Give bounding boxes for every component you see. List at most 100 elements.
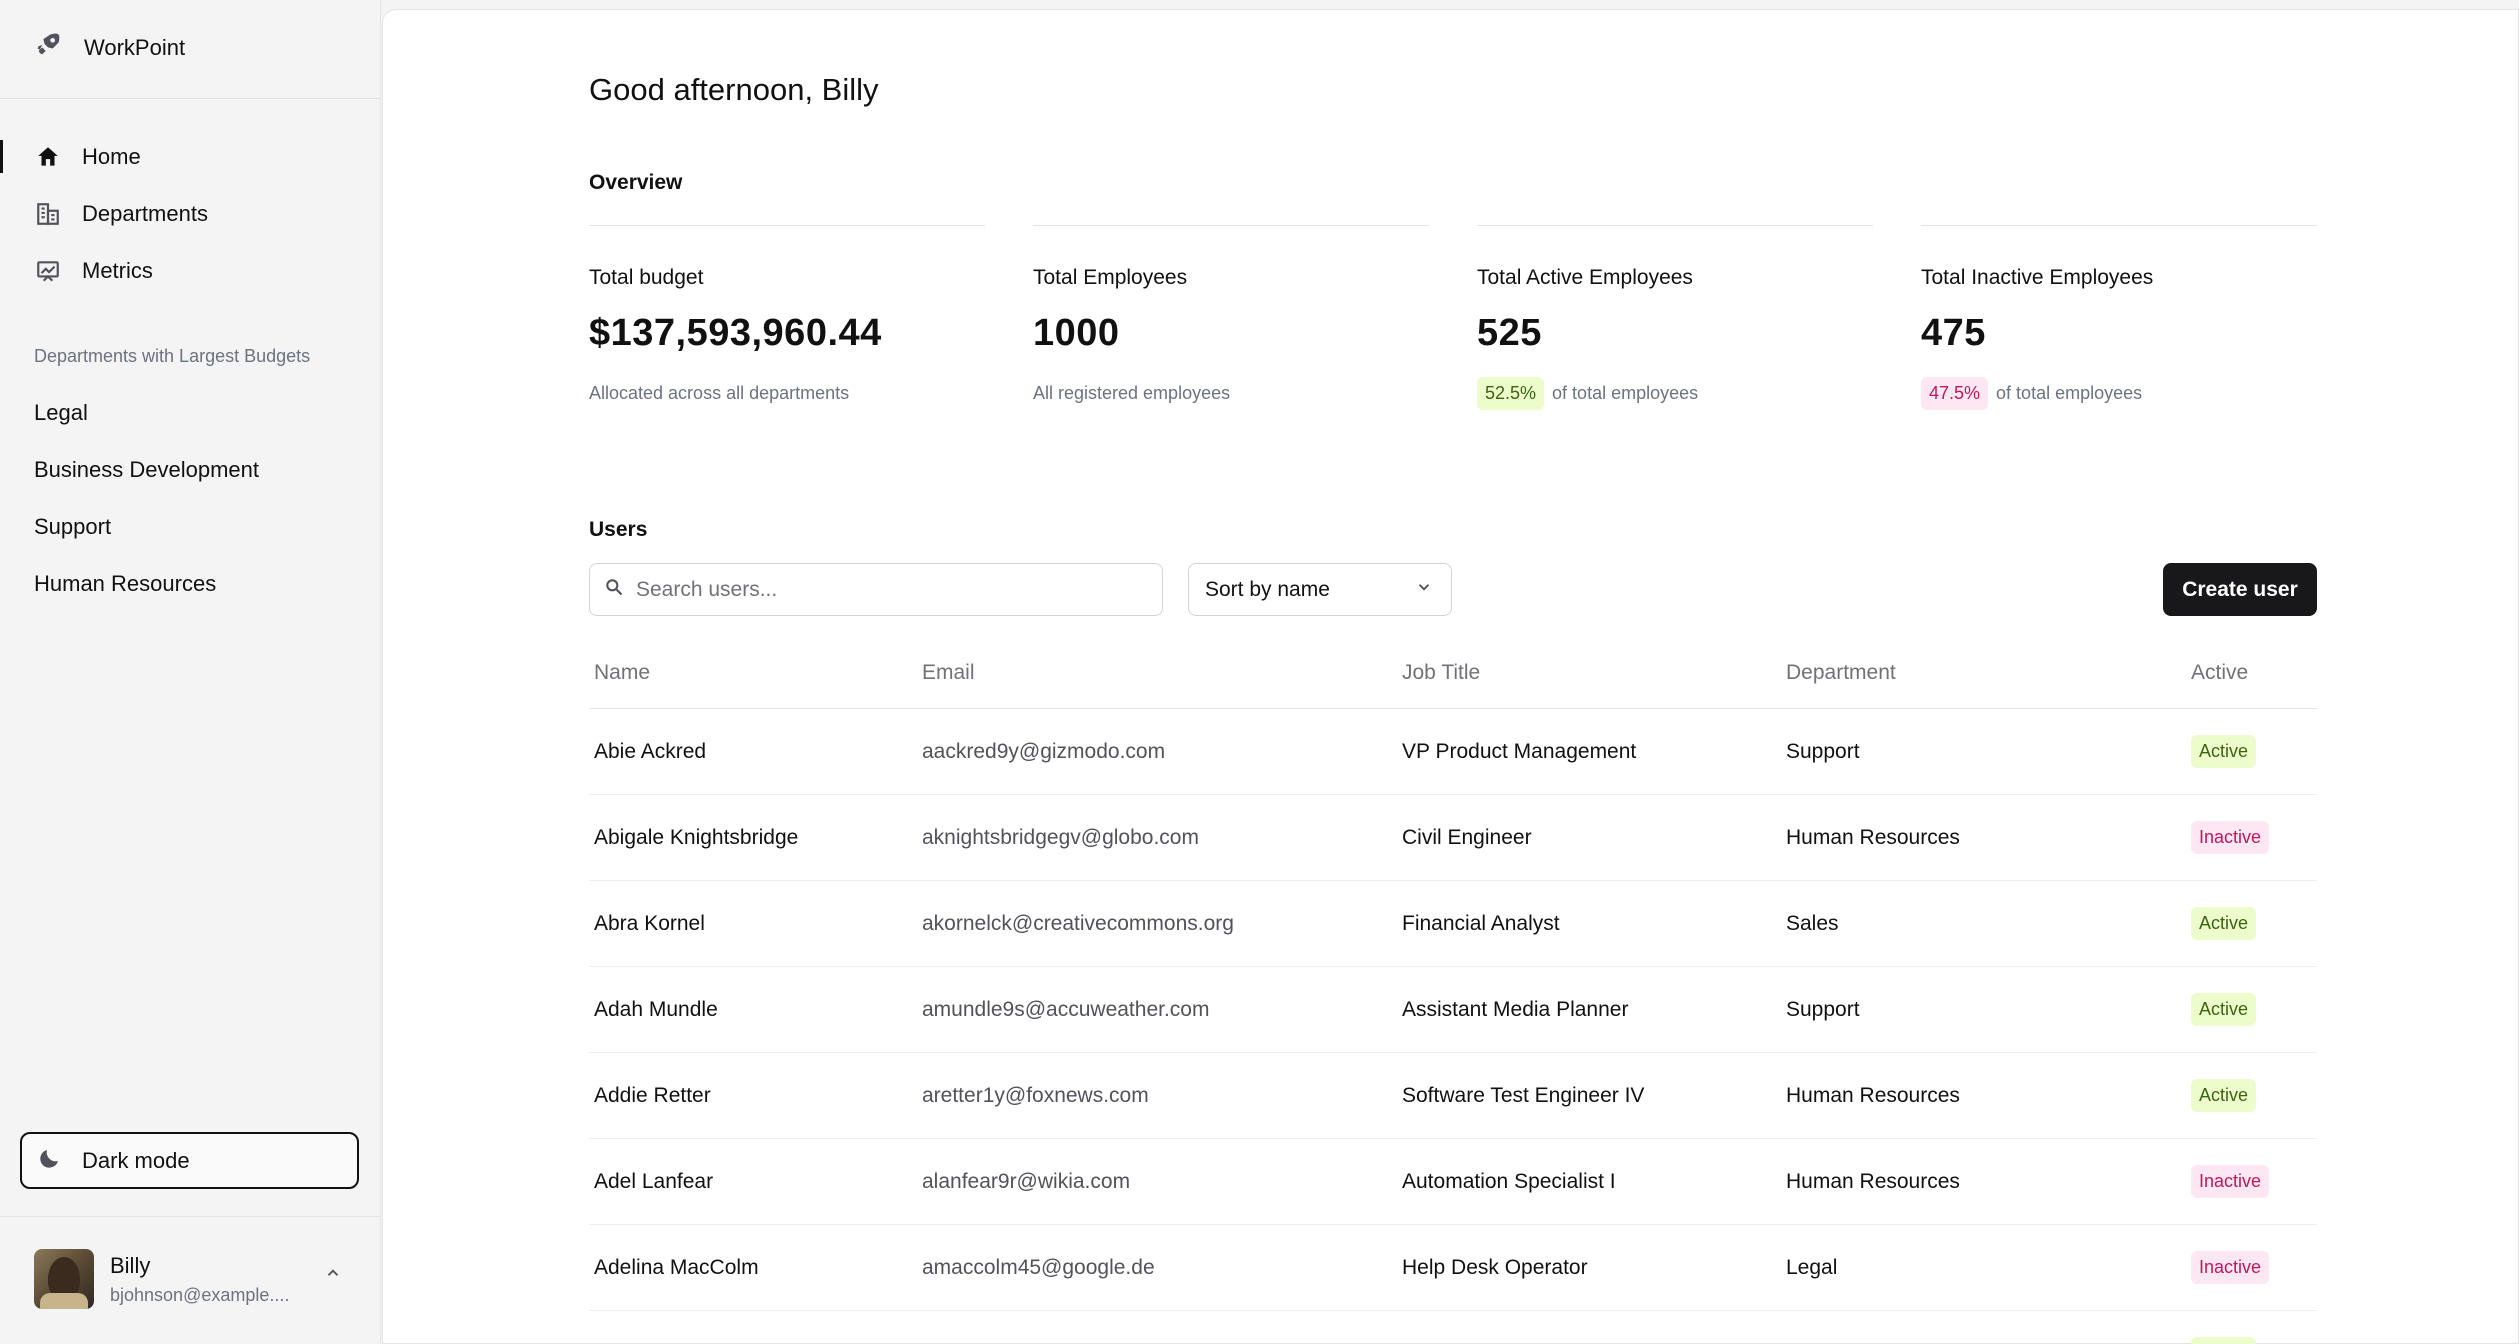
column-header-email[interactable]: Email [922, 661, 1402, 685]
percent-badge: 52.5% [1477, 376, 1545, 410]
active-cell: Inactive [2191, 821, 2317, 854]
department-link-human-resources[interactable]: Human Resources [34, 555, 259, 612]
status-badge: Inactive [2191, 1251, 2270, 1284]
user-email-cell: aretter1y@foxnews.com [922, 1083, 1149, 1107]
table-row[interactable]: Adelina MacColm amaccolm45@google.de Help … [589, 1225, 2317, 1311]
percent-badge: 47.5% [1921, 376, 1989, 410]
department-cell: Human Resources [1786, 1169, 1960, 1193]
main-nav: Home Departments Metrics [0, 128, 381, 299]
table-row[interactable]: Abigale Knightsbridge aknightsbridgegv@gl… [589, 795, 2317, 881]
dark-mode-button[interactable]: Dark mode [20, 1132, 359, 1189]
chevron-up-icon [324, 1264, 342, 1287]
user-name: Billy [110, 1252, 151, 1278]
active-cell: Inactive [2191, 1165, 2317, 1198]
home-icon [34, 143, 62, 171]
user-name-cell: Abra Kornel [594, 911, 705, 935]
app-root: WorkPoint Home Departments Metrics Depar… [0, 0, 2519, 1344]
table-row[interactable]: Agata Roman editedaromanv@indiegogo.comS… [589, 1311, 2317, 1344]
column-header-job-title[interactable]: Job Title [1402, 661, 1786, 685]
status-badge: Active [2191, 993, 2257, 1026]
nav-item-label: Departments [82, 200, 208, 226]
user-name-cell: Adel Lanfear [594, 1169, 714, 1193]
stat-subtext: of total employees [1996, 382, 2143, 403]
column-header-active[interactable]: Active [2191, 661, 2317, 685]
divider [0, 98, 381, 99]
stat-subtext: All registered employees [1033, 382, 1231, 403]
main-panel: Good afternoon, Billy Overview Total bud… [382, 9, 2519, 1344]
department-link-business-development[interactable]: Business Development [34, 441, 259, 498]
stat-value: 1000 [1033, 312, 1120, 354]
user-name-cell: Abie Ackred [594, 739, 707, 763]
dark-mode-label: Dark mode [82, 1147, 190, 1173]
user-name-cell: Addie Retter [594, 1083, 711, 1107]
chart-board-icon [34, 257, 62, 285]
nav-item-departments[interactable]: Departments [0, 185, 381, 242]
stat-card-inactive-employees: Total Inactive Employees 475 47.5% of to… [1921, 225, 2317, 411]
user-email-cell: aackred9y@gizmodo.com [922, 739, 1166, 763]
page-title: Good afternoon, Billy [589, 72, 879, 107]
table-row[interactable]: Abie Ackred aackred9y@gizmodo.com VP Produ… [589, 709, 2317, 795]
stat-value: 525 [1477, 312, 1542, 354]
create-user-button[interactable]: Create user [2163, 563, 2317, 616]
nav-item-label: Metrics [82, 257, 153, 283]
user-name-cell: Adelina MacColm [594, 1255, 759, 1279]
active-cell: Active [2191, 1079, 2317, 1112]
user-name-cell: Adah Mundle [594, 997, 718, 1021]
user-info: Billy bjohnson@example.... [110, 1253, 289, 1306]
column-header-name[interactable]: Name [589, 661, 922, 685]
department-cell: Human Resources [1786, 825, 1960, 849]
job-title-cell: Assistant Media Planner [1402, 997, 1629, 1021]
user-email-cell: alanfear9r@wikia.com [922, 1169, 1131, 1193]
active-cell: Inactive [2191, 1251, 2317, 1284]
nav-item-metrics[interactable]: Metrics [0, 242, 381, 299]
avatar [34, 1249, 94, 1309]
chevron-down-icon [1415, 578, 1433, 602]
users-table: Name Email Job Title Department Active A… [589, 638, 2317, 1344]
table-row[interactable]: Abra Kornel akornelck@creativecommons.org… [589, 881, 2317, 967]
department-cell: Support [1786, 997, 1860, 1021]
stat-card-total-employees: Total Employees 1000 All registered empl… [1033, 225, 1429, 411]
job-title-cell: VP Product Management [1402, 739, 1637, 763]
search-box[interactable] [589, 563, 1163, 616]
stat-subtext: of total employees [1552, 382, 1699, 403]
stat-label: Total Employees [1033, 266, 1188, 289]
sort-select[interactable]: Sort by name [1188, 563, 1452, 616]
stat-label: Total Active Employees [1477, 266, 1693, 289]
department-cell: Support [1786, 739, 1860, 763]
departments-section-label: Departments with Largest Budgets [34, 346, 311, 366]
department-link-legal[interactable]: Legal [34, 384, 259, 441]
brand[interactable]: WorkPoint [34, 28, 185, 68]
status-badge: Active [2191, 1337, 2257, 1344]
status-badge: Inactive [2191, 1165, 2270, 1198]
column-header-department[interactable]: Department [1786, 661, 2191, 685]
nav-item-home[interactable]: Home [0, 128, 381, 185]
active-cell: Active [2191, 1337, 2317, 1344]
stat-value: $137,593,960.44 [589, 312, 882, 354]
nav-item-label: Home [82, 143, 141, 169]
user-email-cell: aknightsbridgegv@globo.com [922, 825, 1199, 849]
job-title-cell: Financial Analyst [1402, 911, 1560, 935]
status-badge: Active [2191, 1079, 2257, 1112]
app-name: WorkPoint [84, 35, 186, 60]
department-link-support[interactable]: Support [34, 498, 259, 555]
building-icon [34, 200, 62, 228]
search-input[interactable] [636, 577, 1136, 602]
sort-label: Sort by name [1205, 577, 1330, 601]
user-menu[interactable]: Billy bjohnson@example.... [34, 1244, 354, 1314]
status-badge: Inactive [2191, 821, 2270, 854]
job-title-cell: Automation Specialist I [1402, 1169, 1616, 1193]
department-cell: Legal [1786, 1255, 1838, 1279]
table-row[interactable]: Adah Mundle amundle9s@accuweather.com Assi… [589, 967, 2317, 1053]
job-title-cell: Help Desk Operator [1402, 1255, 1588, 1279]
search-icon [604, 577, 624, 602]
user-email-cell: amaccolm45@google.de [922, 1255, 1155, 1279]
status-badge: Active [2191, 735, 2257, 768]
active-cell: Active [2191, 993, 2317, 1026]
active-cell: Active [2191, 735, 2317, 768]
table-row[interactable]: Adel Lanfear alanfear9r@wikia.com Automati… [589, 1139, 2317, 1225]
job-title-cell: Civil Engineer [1402, 825, 1532, 849]
stat-card-active-employees: Total Active Employees 525 52.5% of tota… [1477, 225, 1873, 411]
stat-label: Total budget [589, 266, 704, 289]
job-title-cell: Software Test Engineer IV [1402, 1083, 1645, 1107]
table-row[interactable]: Addie Retter aretter1y@foxnews.com Softwar… [589, 1053, 2317, 1139]
